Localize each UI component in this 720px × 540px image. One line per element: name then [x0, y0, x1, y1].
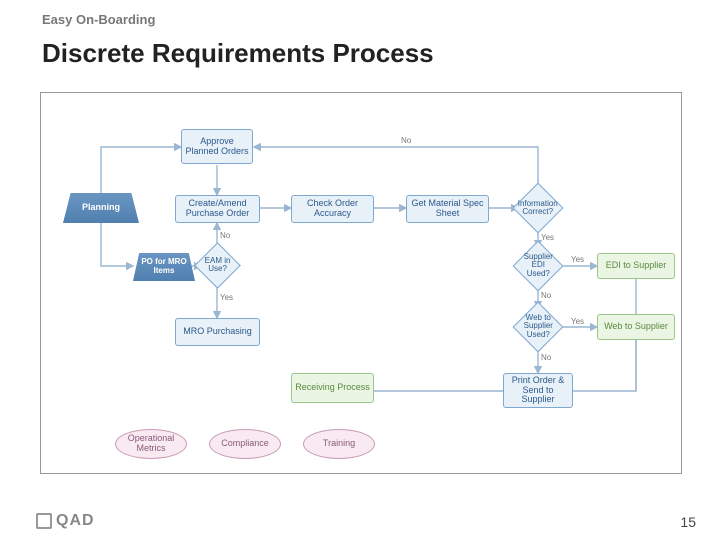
label-yes-eam: Yes [220, 293, 233, 302]
node-metrics: Operational Metrics [115, 429, 187, 459]
node-web: Web to Supplier [597, 314, 675, 340]
slide-title: Discrete Requirements Process [42, 38, 434, 69]
slide-subtitle: Easy On-Boarding [42, 12, 155, 27]
node-create-label: Create/Amend Purchase Order [178, 199, 257, 219]
node-training-label: Training [323, 439, 355, 449]
node-receiving: Receiving Process [291, 373, 374, 403]
node-planning-label: Planning [82, 203, 120, 213]
node-po-mro-label: PO for MRO Items [135, 258, 193, 276]
node-training: Training [303, 429, 375, 459]
node-check: Check Order Accuracy [291, 195, 374, 223]
label-no-web: No [541, 353, 551, 362]
node-info-label: Information Correct? [518, 200, 558, 217]
label-yes-web: Yes [571, 317, 584, 326]
slide: Easy On-Boarding Discrete Requirements P… [0, 0, 720, 540]
node-print: Print Order & Send to Supplier [503, 373, 573, 408]
node-edi: EDI to Supplier [597, 253, 675, 279]
node-compliance: Compliance [209, 429, 281, 459]
label-no-top: No [401, 136, 411, 145]
node-print-label: Print Order & Send to Supplier [506, 376, 570, 406]
label-no-eam: No [220, 231, 230, 240]
node-edi-label: EDI to Supplier [606, 261, 667, 271]
node-edi-q-label: Supplier EDI Used? [523, 253, 553, 278]
label-yes-edi: Yes [571, 255, 584, 264]
node-spec-label: Get Material Spec Sheet [409, 199, 486, 219]
page-number: 15 [680, 514, 696, 530]
node-mro-purchasing-label: MRO Purchasing [183, 327, 252, 337]
node-mro-purchasing: MRO Purchasing [175, 318, 260, 346]
node-eam-label: EAM in Use? [204, 257, 231, 274]
node-po-mro: PO for MRO Items [133, 253, 195, 281]
logo-icon [36, 513, 52, 529]
label-no-edi: No [541, 291, 551, 300]
node-planning: Planning [63, 193, 139, 223]
diagram-canvas: Planning Approve Planned Orders Create/A… [40, 92, 682, 474]
node-web-q-label: Web to Supplier Used? [523, 314, 553, 339]
node-receiving-label: Receiving Process [295, 383, 370, 393]
node-spec: Get Material Spec Sheet [406, 195, 489, 223]
node-approve-label: Approve Planned Orders [184, 137, 250, 157]
node-web-label: Web to Supplier [604, 322, 668, 332]
node-check-label: Check Order Accuracy [294, 199, 371, 219]
label-yes-info: Yes [541, 233, 554, 242]
logo: QAD [36, 512, 95, 530]
node-create: Create/Amend Purchase Order [175, 195, 260, 223]
logo-text: QAD [56, 512, 95, 530]
node-compliance-label: Compliance [221, 439, 269, 449]
connector-lines [41, 93, 681, 473]
node-metrics-label: Operational Metrics [118, 434, 184, 454]
node-approve: Approve Planned Orders [181, 129, 253, 164]
